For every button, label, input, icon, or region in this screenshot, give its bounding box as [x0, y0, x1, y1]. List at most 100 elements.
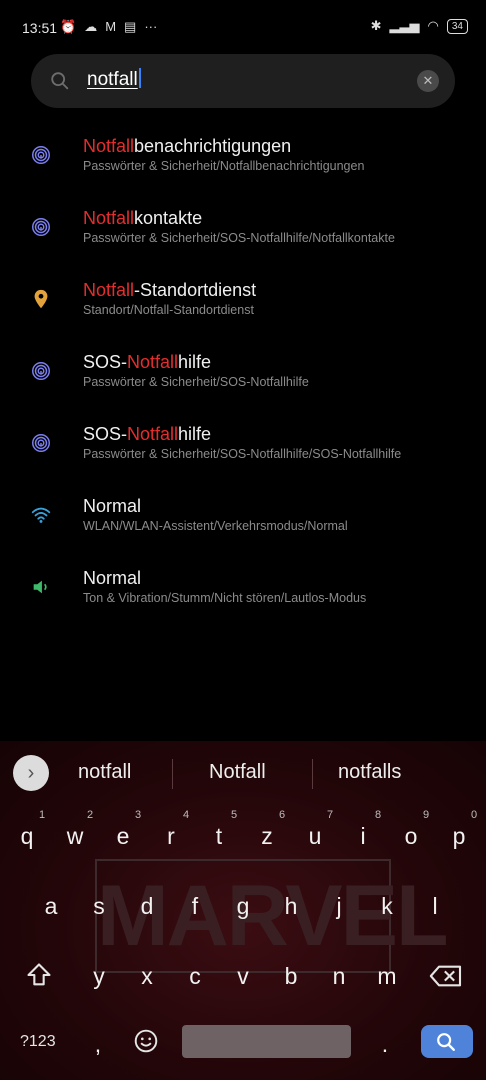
expand-suggestions-button[interactable]: › [13, 755, 49, 791]
fingerprint-icon [32, 434, 50, 452]
symbols-key[interactable]: ?123 [20, 1033, 56, 1051]
emoji-icon[interactable] [133, 1028, 159, 1054]
result-path: Passwörter & Sicherheit/SOS-Notfallhilfe… [83, 231, 395, 245]
result-path: Passwörter & Sicherheit/SOS-Notfallhilfe… [83, 447, 402, 461]
location-pin-icon [34, 289, 48, 309]
clear-search-button[interactable]: ✕ [417, 70, 439, 92]
suggestion-2[interactable]: Notfall [209, 761, 266, 784]
list-item[interactable]: SOS-Notfallhilfe Passwörter & Sicherheit… [0, 344, 486, 416]
fingerprint-icon [32, 218, 50, 236]
result-title: Notfallkontakte [83, 208, 203, 228]
key-p[interactable]: p [439, 823, 479, 850]
result-title: Normal [83, 496, 142, 516]
result-path: Standort/Notfall-Standortdienst [83, 303, 254, 317]
key-m[interactable]: m [367, 963, 407, 990]
chevron-right-icon: › [27, 762, 35, 784]
bluetooth-icon: ✱ [370, 18, 382, 33]
key-u[interactable]: u [295, 823, 335, 850]
key-i[interactable]: i [343, 823, 383, 850]
key-g[interactable]: g [223, 893, 263, 920]
key-y[interactable]: y [79, 963, 119, 990]
key-comma[interactable]: , [78, 1031, 118, 1058]
suggestion-3[interactable]: notfalls [338, 761, 401, 784]
search-icon [51, 72, 69, 90]
key-hint: 7 [326, 809, 334, 821]
key-j[interactable]: j [319, 893, 359, 920]
key-hint: 5 [230, 809, 238, 821]
space-bar[interactable] [182, 1025, 351, 1058]
list-item[interactable]: Normal WLAN/WLAN-Assistent/Verkehrsmodus… [0, 488, 486, 560]
key-hint: 8 [374, 809, 382, 821]
key-v[interactable]: v [223, 963, 263, 990]
key-hint: 9 [422, 809, 430, 821]
cloud-icon: ☁ [84, 19, 98, 34]
list-item[interactable]: Normal Ton & Vibration/Stumm/Nicht störe… [0, 560, 486, 632]
key-q[interactable]: q [7, 823, 47, 850]
list-item[interactable]: SOS-Notfallhilfe Passwörter & Sicherheit… [0, 416, 486, 488]
key-o[interactable]: o [391, 823, 431, 850]
alarm-off-icon: ⏰ [60, 19, 77, 34]
key-c[interactable]: c [175, 963, 215, 990]
shift-icon[interactable] [24, 961, 54, 989]
notification-icons: ⏰ ☁ M ▤ ··· [60, 19, 157, 35]
wifi-status-icon: ◠ [427, 18, 439, 33]
key-n[interactable]: n [319, 963, 359, 990]
fingerprint-icon [32, 362, 50, 380]
key-l[interactable]: l [415, 893, 455, 920]
divider [312, 759, 313, 789]
key-z[interactable]: z [247, 823, 287, 850]
key-t[interactable]: t [199, 823, 239, 850]
suggestion-bar: › notfall Notfall notfalls [0, 741, 486, 803]
divider [172, 759, 173, 789]
backspace-icon[interactable] [428, 962, 464, 990]
list-item[interactable]: Notfallkontakte Passwörter & Sicherheit/… [0, 200, 486, 272]
keyboard: MARVEL › notfall Notfall notfalls 1 2 3 … [0, 741, 486, 1080]
message-icon: ▤ [124, 19, 137, 34]
result-title: Normal [83, 568, 142, 588]
key-k[interactable]: k [367, 893, 407, 920]
more-icon: ··· [144, 19, 158, 34]
fingerprint-icon [32, 146, 50, 164]
status-bar: 13:51 ⏰ ☁ M ▤ ··· ✱ ▂▃▅ ◠ 34 [0, 0, 486, 50]
list-item[interactable]: Notfall-Standortdienst Standort/Notfall-… [0, 272, 486, 344]
search-icon [437, 1033, 455, 1051]
key-r[interactable]: r [151, 823, 191, 850]
list-item[interactable]: Notfallbenachrichtigungen Passwörter & S… [0, 128, 486, 200]
key-f[interactable]: f [175, 893, 215, 920]
search-bar[interactable]: notfall ✕ [31, 54, 455, 108]
key-b[interactable]: b [271, 963, 311, 990]
key-hint: 3 [134, 809, 142, 821]
key-period[interactable]: . [365, 1031, 405, 1058]
search-input[interactable]: notfall [87, 68, 141, 91]
wifi-icon [31, 507, 51, 523]
suggestion-1[interactable]: notfall [78, 761, 131, 784]
key-a[interactable]: a [31, 893, 71, 920]
gmail-icon: M [105, 19, 117, 34]
result-path: Passwörter & Sicherheit/Notfallbenachric… [83, 159, 365, 173]
key-w[interactable]: w [55, 823, 95, 850]
battery-icon: 34 [446, 18, 468, 34]
key-e[interactable]: e [103, 823, 143, 850]
speaker-icon [33, 580, 47, 594]
key-d[interactable]: d [127, 893, 167, 920]
search-enter-button[interactable] [421, 1025, 473, 1058]
result-title: Notfallbenachrichtigungen [83, 136, 292, 156]
system-icons: ✱ ▂▃▅ ◠ 34 [371, 18, 468, 34]
key-h[interactable]: h [271, 893, 311, 920]
key-x[interactable]: x [127, 963, 167, 990]
text-cursor [138, 68, 141, 88]
result-title: Notfall-Standortdienst [83, 280, 257, 300]
result-title: SOS-Notfallhilfe [83, 352, 212, 372]
close-icon: ✕ [422, 73, 434, 88]
result-path: WLAN/WLAN-Assistent/Verkehrsmodus/Normal [83, 519, 348, 533]
result-path: Passwörter & Sicherheit/SOS-Notfallhilfe [83, 375, 309, 389]
key-hint: 6 [278, 809, 286, 821]
signal-icon: ▂▃▅ [389, 18, 420, 33]
key-hint: 0 [470, 809, 478, 821]
key-hint: 2 [86, 809, 94, 821]
result-path: Ton & Vibration/Stumm/Nicht stören/Lautl… [83, 591, 367, 605]
result-title: SOS-Notfallhilfe [83, 424, 212, 444]
key-hint: 1 [38, 809, 46, 821]
search-results-list: Notfallbenachrichtigungen Passwörter & S… [0, 128, 486, 632]
key-s[interactable]: s [79, 893, 119, 920]
